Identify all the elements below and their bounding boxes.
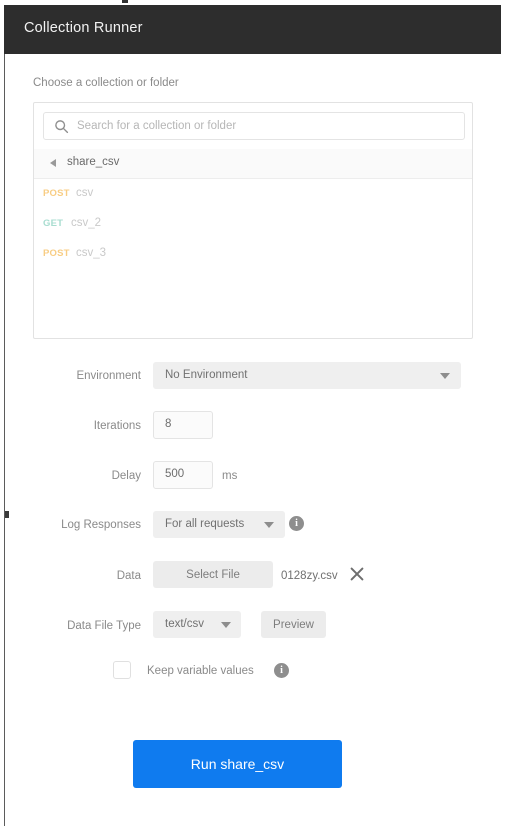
delay-label: Delay [111,470,141,482]
iterations-value: 8 [165,418,172,430]
choose-collection-label: Choose a collection or folder [33,77,179,89]
window-title: Collection Runner [24,20,143,36]
breadcrumb-label: share_csv [67,156,120,168]
data-file-type-value: text/csv [165,618,204,630]
request-method: POST [43,188,70,199]
search-placeholder: Search for a collection or folder [77,120,237,132]
search-icon [55,120,69,134]
chevron-down-icon [440,373,450,379]
list-item[interactable]: POST csv_3 [34,240,472,270]
delay-value: 500 [165,468,185,480]
iterations-label: Iterations [93,420,141,432]
search-input[interactable]: Search for a collection or folder [43,112,465,140]
breadcrumb[interactable]: share_csv [34,149,472,179]
iterations-input[interactable]: 8 [153,411,213,439]
log-responses-select[interactable]: For all requests [153,511,285,538]
preview-button[interactable]: Preview [261,611,326,638]
list-item[interactable]: POST csv [34,180,472,210]
close-x-icon[interactable] [350,567,364,581]
select-file-button[interactable]: Select File [153,561,273,588]
list-item[interactable]: GET csv_2 [34,210,472,240]
request-name: csv [76,187,94,199]
collection-chooser: Search for a collection or folder share_… [33,102,473,339]
environment-select[interactable]: No Environment [153,362,461,389]
window-top-notch [122,0,128,3]
data-file-type-label: Data File Type [67,620,141,632]
data-filename: 0128zy.csv [281,570,338,582]
environment-label: Environment [76,370,141,382]
info-icon[interactable]: i [274,663,289,678]
runner-panel: Choose a collection or folder Search for… [4,54,498,826]
keep-variable-values-label: Keep variable values [147,665,254,677]
panel-left-tick [5,511,9,518]
chevron-down-icon [264,522,274,528]
log-responses-label: Log Responses [61,519,141,531]
request-name: csv_2 [71,217,102,229]
request-list[interactable]: POST csv GET csv_2 POST csv_3 [34,180,472,338]
log-responses-value: For all requests [165,518,245,530]
data-file-type-select[interactable]: text/csv [153,611,241,638]
titlebar: Collection Runner [4,5,501,54]
keep-variable-values-checkbox[interactable] [113,661,131,679]
run-button[interactable]: Run share_csv [133,740,342,788]
collection-runner-window: Collection Runner Choose a collection or… [0,0,507,826]
delay-input[interactable]: 500 [153,461,213,489]
triangle-left-icon[interactable] [50,159,56,167]
request-method: GET [43,218,64,229]
info-icon[interactable]: i [289,516,304,531]
environment-value: No Environment [165,369,248,381]
chevron-down-icon [221,622,231,628]
delay-unit: ms [222,470,238,482]
data-label: Data [116,570,141,582]
request-name: csv_3 [76,247,107,259]
request-method: POST [43,248,70,259]
